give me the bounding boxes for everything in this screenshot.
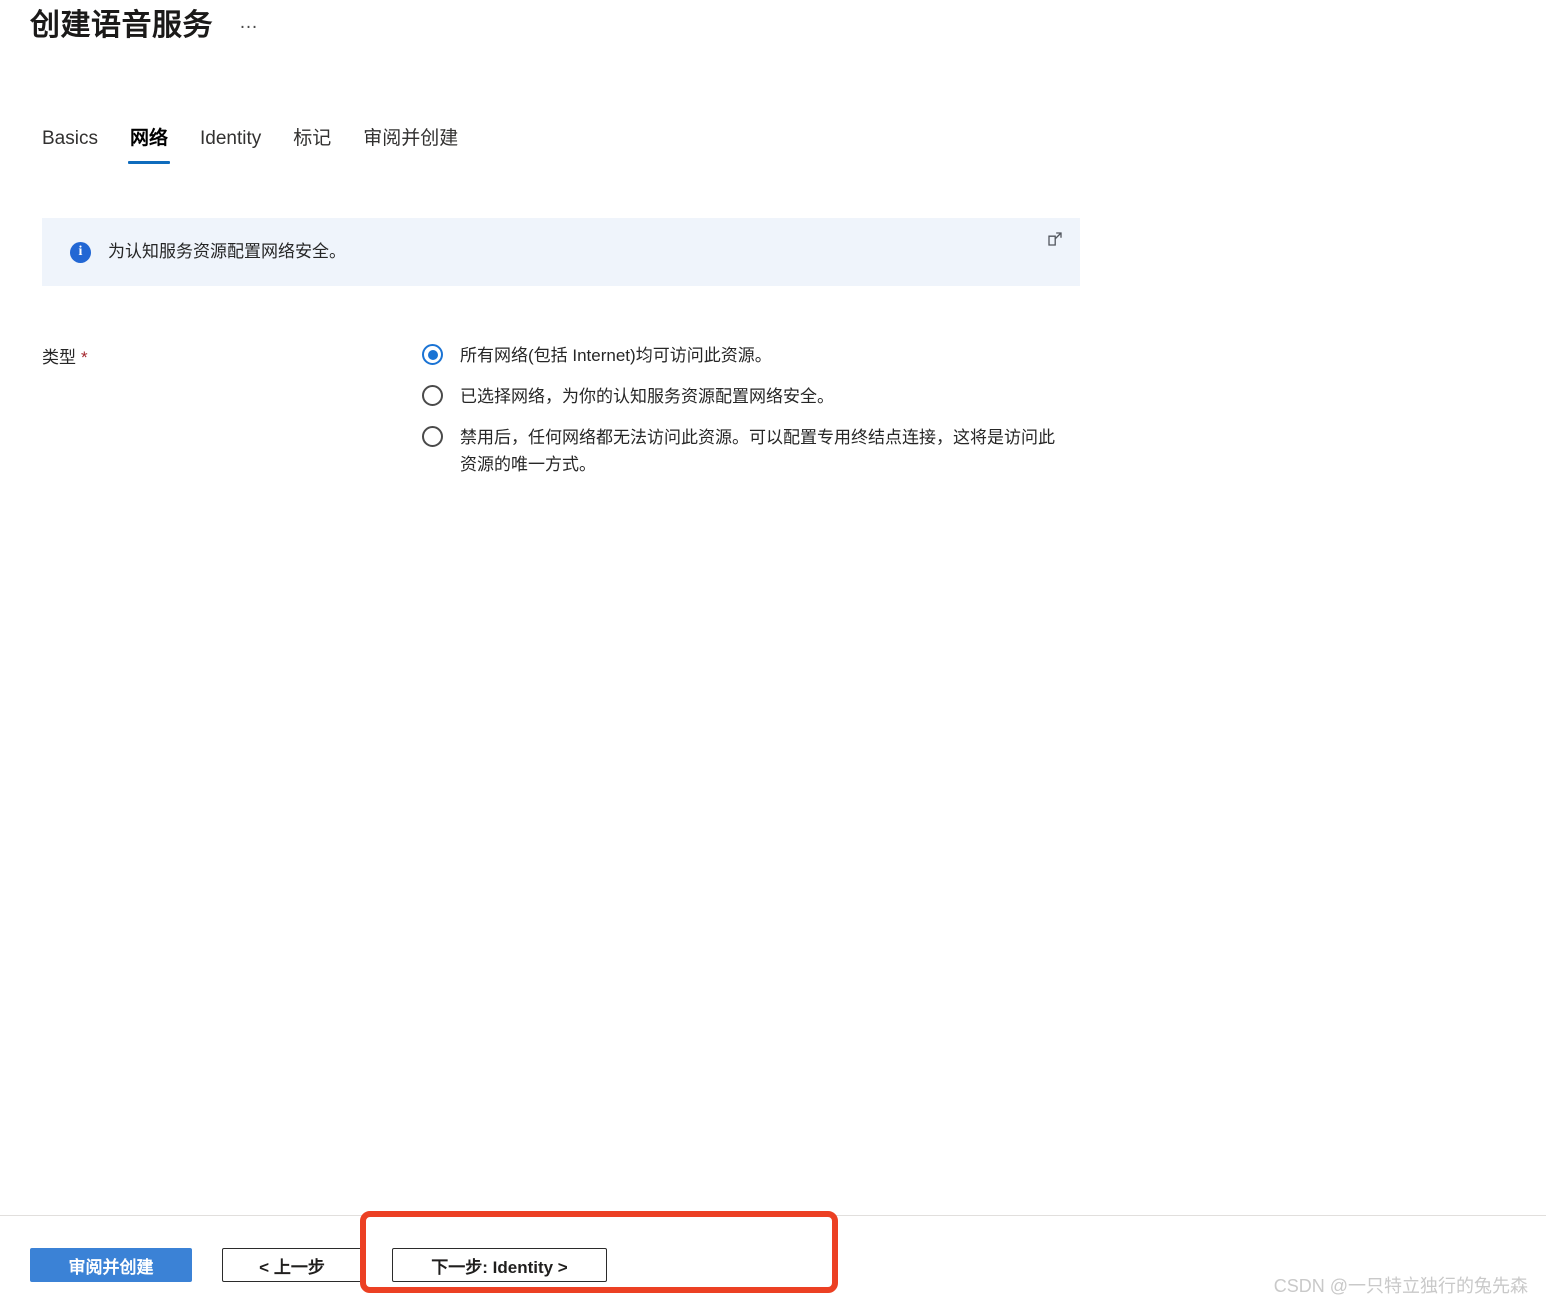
info-banner: i 为认知服务资源配置网络安全。 bbox=[42, 218, 1080, 286]
radio-label-disabled: 禁用后，任何网络都无法访问此资源。可以配置专用终结点连接，这将是访问此资源的唯一… bbox=[460, 428, 1055, 474]
next-identity-button[interactable]: 下一步: Identity > bbox=[392, 1248, 607, 1282]
page-header: 创建语音服务 … bbox=[30, 6, 264, 46]
radio-label-all-networks: 所有网络(包括 Internet)均可访问此资源。 bbox=[460, 346, 772, 365]
radio-mark-icon bbox=[422, 385, 443, 406]
radio-option-all-networks[interactable]: 所有网络(包括 Internet)均可访问此资源。 bbox=[422, 342, 1062, 369]
tab-review-create[interactable]: 审阅并创建 bbox=[347, 126, 474, 164]
tab-identity[interactable]: Identity bbox=[184, 126, 277, 164]
radio-option-disabled[interactable]: 禁用后，任何网络都无法访问此资源。可以配置专用终结点连接，这将是访问此资源的唯一… bbox=[422, 424, 1062, 478]
tab-tags[interactable]: 标记 bbox=[277, 126, 347, 164]
tab-networking[interactable]: 网络 bbox=[114, 126, 184, 164]
radio-mark-icon bbox=[422, 426, 443, 447]
info-banner-text: 为认知服务资源配置网络安全。 bbox=[108, 242, 346, 261]
type-label-text: 类型 bbox=[42, 348, 76, 367]
info-icon: i bbox=[70, 241, 91, 263]
more-options-icon[interactable]: … bbox=[235, 10, 264, 42]
network-type-row: 类型 * 所有网络(包括 Internet)均可访问此资源。 已选择网络，为你的认… bbox=[42, 340, 1082, 478]
network-type-radio-group: 所有网络(包括 Internet)均可访问此资源。 已选择网络，为你的认知服务资… bbox=[422, 340, 1082, 478]
external-link-icon[interactable] bbox=[1046, 230, 1064, 248]
radio-mark-selected-icon bbox=[422, 344, 443, 365]
type-field-label: 类型 * bbox=[42, 340, 422, 371]
previous-button[interactable]: < 上一步 bbox=[222, 1248, 362, 1282]
wizard-tabs: Basics 网络 Identity 标记 审阅并创建 bbox=[40, 126, 474, 164]
review-and-create-button[interactable]: 审阅并创建 bbox=[30, 1248, 192, 1282]
footer-actions: 审阅并创建 < 上一步 下一步: Identity > bbox=[30, 1248, 607, 1282]
tab-basics[interactable]: Basics bbox=[40, 126, 114, 164]
radio-option-selected-networks[interactable]: 已选择网络，为你的认知服务资源配置网络安全。 bbox=[422, 383, 1062, 410]
radio-label-selected-networks: 已选择网络，为你的认知服务资源配置网络安全。 bbox=[460, 387, 834, 406]
watermark: CSDN @一只特立独行的兔先森 bbox=[1273, 1276, 1528, 1296]
required-indicator: * bbox=[81, 348, 88, 367]
page-title: 创建语音服务 bbox=[30, 9, 213, 42]
